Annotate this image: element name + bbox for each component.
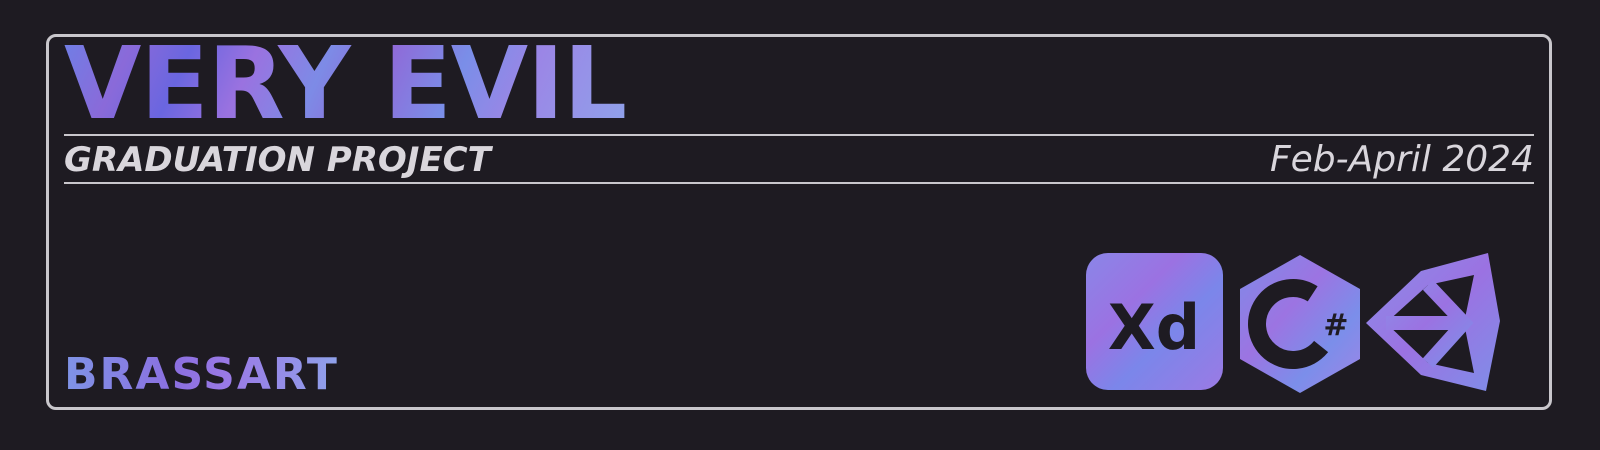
- tool-icons: Xd #: [1086, 253, 1536, 398]
- school-brand: BRASSART: [64, 349, 339, 400]
- xd-icon: Xd: [1086, 253, 1223, 390]
- project-title: VERY EVIL: [64, 25, 627, 142]
- project-date: Feb-April 2024: [1269, 139, 1534, 180]
- subtitle-divider: [64, 182, 1534, 184]
- csharp-icon: #: [1240, 255, 1360, 393]
- project-subtitle: GRADUATION PROJECT: [64, 140, 491, 180]
- svg-text:#: #: [1323, 308, 1348, 343]
- svg-text:Xd: Xd: [1108, 291, 1200, 364]
- title-divider: [64, 134, 1534, 136]
- unity-icon: [1366, 253, 1500, 391]
